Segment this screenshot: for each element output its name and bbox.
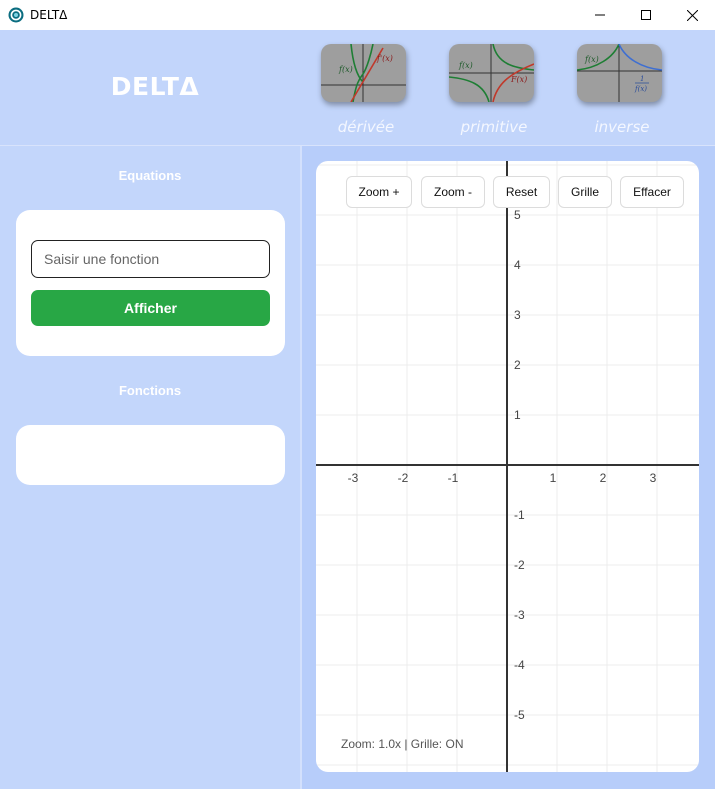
inverse-den-label: f(x): [634, 85, 647, 93]
equations-title: Equations: [118, 168, 182, 183]
title-bar: DELTΔ: [0, 0, 715, 30]
y-tick-label: -1: [514, 508, 525, 522]
inverse-tool-button[interactable]: f(x) 1 f(x): [577, 44, 662, 102]
function-input[interactable]: [31, 240, 270, 278]
window-title: DELTΔ: [30, 8, 68, 22]
x-tick-label: 2: [600, 471, 607, 485]
primitive-graph-icon: f(x) F(x): [449, 44, 534, 102]
x-tick-label: 3: [650, 471, 657, 485]
close-icon: [686, 9, 698, 21]
derivative-tool-label: dérivée: [337, 118, 395, 136]
minimize-button[interactable]: [577, 0, 623, 30]
inverse-tool-label: inverse: [594, 118, 650, 136]
y-tick-label: -2: [514, 558, 525, 572]
derivative-graph-icon: f(x) f'(x): [321, 44, 406, 102]
y-tick-label: -3: [514, 608, 525, 622]
minimize-icon: [595, 14, 605, 16]
graph-canvas[interactable]: -3 -2 -1 1 2 3 5 4 3 2 1 -1 -2 -3 -4 -5 Zoom + Zoom - R…: [316, 161, 699, 772]
close-button[interactable]: [669, 0, 715, 30]
grid-toggle-button[interactable]: Grille: [558, 176, 612, 208]
primitive-Fx-label: F(x): [510, 75, 527, 84]
inverse-one-label: 1: [640, 75, 644, 83]
x-tick-label: -2: [398, 471, 409, 485]
y-tick-label: 4: [514, 258, 521, 272]
app-logo-icon: [8, 7, 24, 23]
derivative-tool-button[interactable]: f(x) f'(x): [321, 44, 406, 102]
sidebar: Equations Afficher Fonctions: [0, 146, 300, 789]
app-header: DELTΔ f(x) f'(x) dérivée f(x) F(x) primi…: [0, 30, 715, 145]
y-tick-label: -4: [514, 658, 525, 672]
inverse-fx-label: f(x): [584, 55, 599, 64]
primitive-tool-button[interactable]: f(x) F(x): [449, 44, 534, 102]
app-brand: DELTΔ: [110, 72, 200, 101]
zoom-in-button[interactable]: Zoom +: [346, 176, 412, 208]
primitive-fx-label: f(x): [458, 61, 473, 70]
equations-panel: Afficher: [16, 210, 285, 356]
show-function-button[interactable]: Afficher: [31, 290, 270, 326]
derivative-fx-label: f(x): [338, 65, 353, 74]
inverse-graph-icon: f(x) 1 f(x): [577, 44, 662, 102]
x-tick-label: -1: [448, 471, 459, 485]
maximize-icon: [641, 10, 651, 20]
zoom-out-button[interactable]: Zoom -: [421, 176, 485, 208]
x-tick-label: -3: [348, 471, 359, 485]
primitive-tool-label: primitive: [460, 118, 528, 136]
x-tick-label: 1: [550, 471, 557, 485]
derivative-fpx-label: f'(x): [376, 54, 393, 63]
reset-button[interactable]: Reset: [493, 176, 550, 208]
y-tick-label: 3: [514, 308, 521, 322]
maximize-button[interactable]: [623, 0, 669, 30]
functions-title: Fonctions: [118, 383, 182, 398]
y-tick-label: 5: [514, 208, 521, 222]
clear-button[interactable]: Effacer: [620, 176, 684, 208]
y-tick-label: 1: [514, 408, 521, 422]
graph-plot: -3 -2 -1 1 2 3 5 4 3 2 1 -1 -2 -3 -4 -5: [316, 161, 699, 772]
zoom-status: Zoom: 1.0x | Grille: ON: [341, 737, 464, 751]
y-tick-label: 2: [514, 358, 521, 372]
functions-list: [16, 425, 285, 485]
y-tick-label: -5: [514, 708, 525, 722]
